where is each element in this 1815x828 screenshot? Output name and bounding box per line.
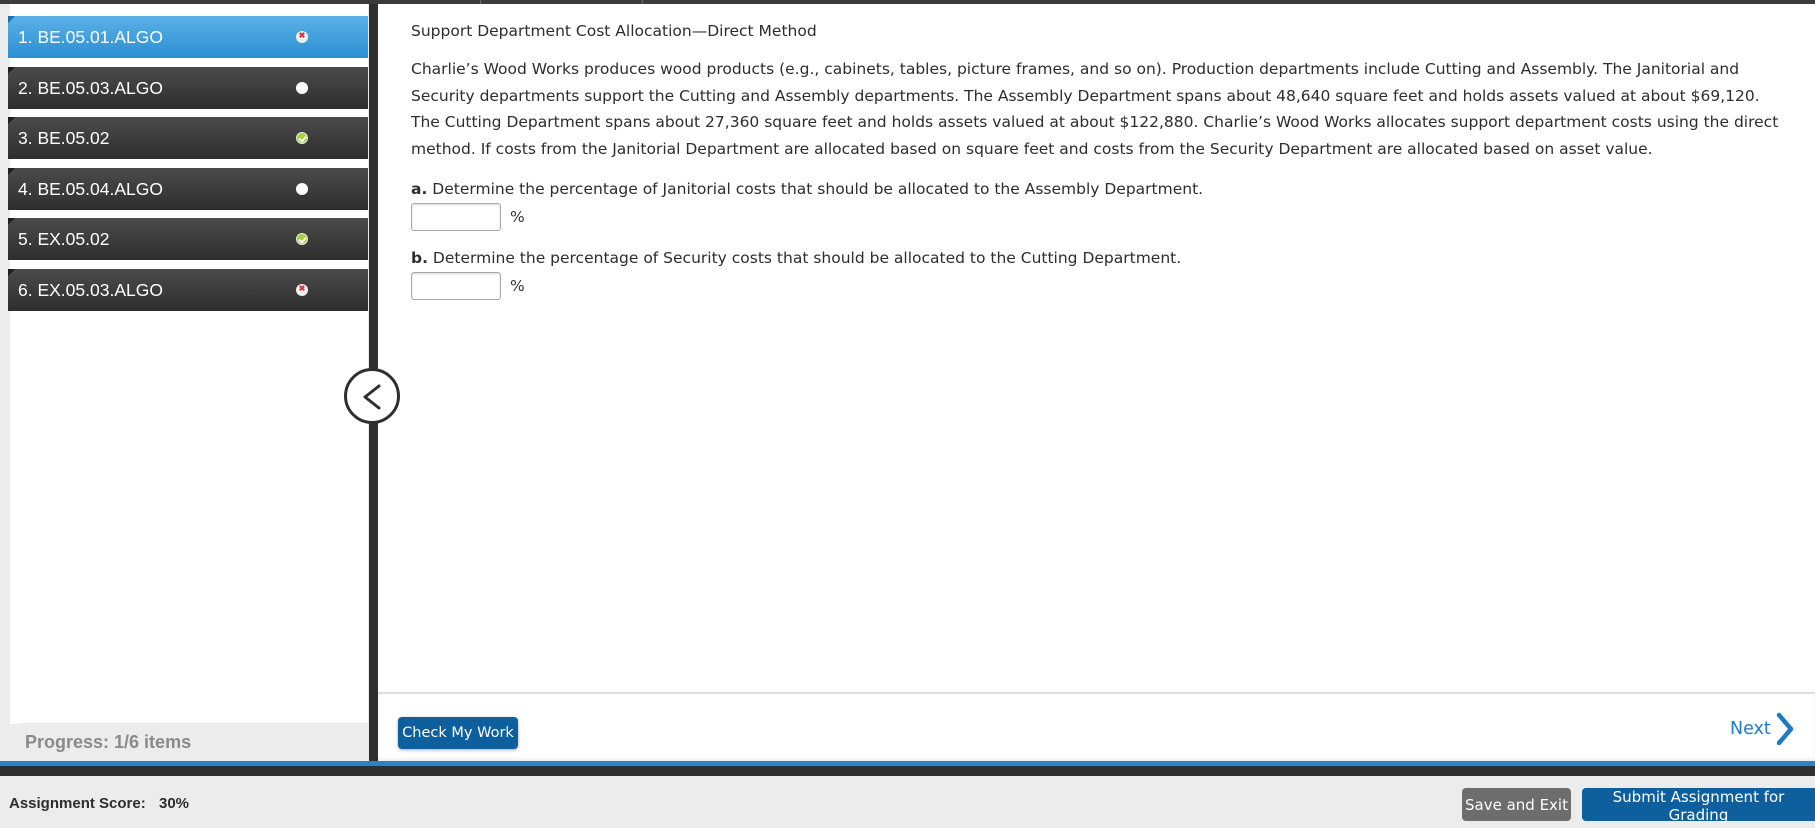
- sidebar-item-1[interactable]: 1. BE.05.01.ALGO: [8, 16, 368, 58]
- incorrect-icon: [296, 284, 308, 296]
- next-button[interactable]: Next: [1730, 712, 1795, 746]
- part-a-text: Determine the percentage of Janitorial c…: [427, 180, 1204, 198]
- part-b-prompt: b. Determine the percentage of Security …: [411, 249, 1181, 267]
- question-panel: Support Department Cost Allocation—Direc…: [378, 4, 1815, 692]
- sidebar-item-label: 6. EX.05.03.ALGO: [18, 279, 163, 300]
- collapse-sidebar-button[interactable]: [344, 368, 400, 424]
- part-a-unit: %: [510, 208, 525, 226]
- question-title: Support Department Cost Allocation—Direc…: [411, 22, 817, 40]
- sidebar-item-4[interactable]: 4. BE.05.04.ALGO: [8, 168, 368, 210]
- sidebar-item-label: 5. EX.05.02: [18, 228, 110, 249]
- assignment-score-value: 30%: [159, 795, 190, 812]
- bottom-dark-bar: [0, 766, 1815, 776]
- chevron-left-icon: [363, 384, 381, 410]
- sidebar-item-label: 2. BE.05.03.ALGO: [18, 77, 163, 98]
- incorrect-icon: [296, 31, 308, 43]
- assignment-score-label: Assignment Score:: [9, 795, 146, 812]
- sidebar-item-5[interactable]: 5. EX.05.02: [8, 218, 368, 260]
- part-a-prompt: a. Determine the percentage of Janitoria…: [411, 180, 1203, 198]
- next-label: Next: [1730, 719, 1771, 739]
- save-and-exit-button[interactable]: Save and Exit: [1462, 788, 1571, 821]
- part-a-answer-input[interactable]: [411, 203, 501, 231]
- chevron-right-icon: [1776, 712, 1794, 746]
- unanswered-icon: [296, 183, 308, 195]
- sidebar-item-label: 1. BE.05.01.ALGO: [18, 26, 163, 47]
- part-b-answer-input[interactable]: [411, 272, 501, 300]
- sidebar-item-2[interactable]: 2. BE.05.03.ALGO: [8, 67, 368, 109]
- correct-icon: [296, 233, 308, 245]
- part-b-letter: b.: [411, 249, 428, 267]
- progress-text: Progress: 1/6 items: [25, 732, 192, 752]
- sidebar-panel: [10, 4, 368, 724]
- check-my-work-button[interactable]: Check My Work: [398, 717, 518, 749]
- question-footer: [378, 692, 1815, 761]
- sidebar-item-6[interactable]: 6. EX.05.03.ALGO: [8, 269, 368, 311]
- question-content: Support Department Cost Allocation—Direc…: [411, 20, 1811, 162]
- unanswered-icon: [296, 82, 308, 94]
- part-b-answer-row: %: [411, 272, 525, 300]
- part-b-text: Determine the percentage of Security cos…: [427, 249, 1182, 267]
- part-a-letter: a.: [411, 180, 428, 198]
- sidebar-item-3[interactable]: 3. BE.05.02: [8, 117, 368, 159]
- sidebar-item-label: 3. BE.05.02: [18, 127, 110, 148]
- submit-assignment-button[interactable]: Submit Assignment for Grading: [1582, 788, 1815, 824]
- part-a-answer-row: %: [411, 203, 525, 231]
- part-b-unit: %: [510, 277, 525, 295]
- question-body: Charlie’s Wood Works produces wood produ…: [411, 60, 1779, 158]
- sidebar-item-label: 4. BE.05.04.ALGO: [18, 178, 163, 199]
- correct-icon: [296, 132, 308, 144]
- assignment-app: 1. BE.05.01.ALGO 2. BE.05.03.ALGO 3. BE.…: [0, 0, 1815, 828]
